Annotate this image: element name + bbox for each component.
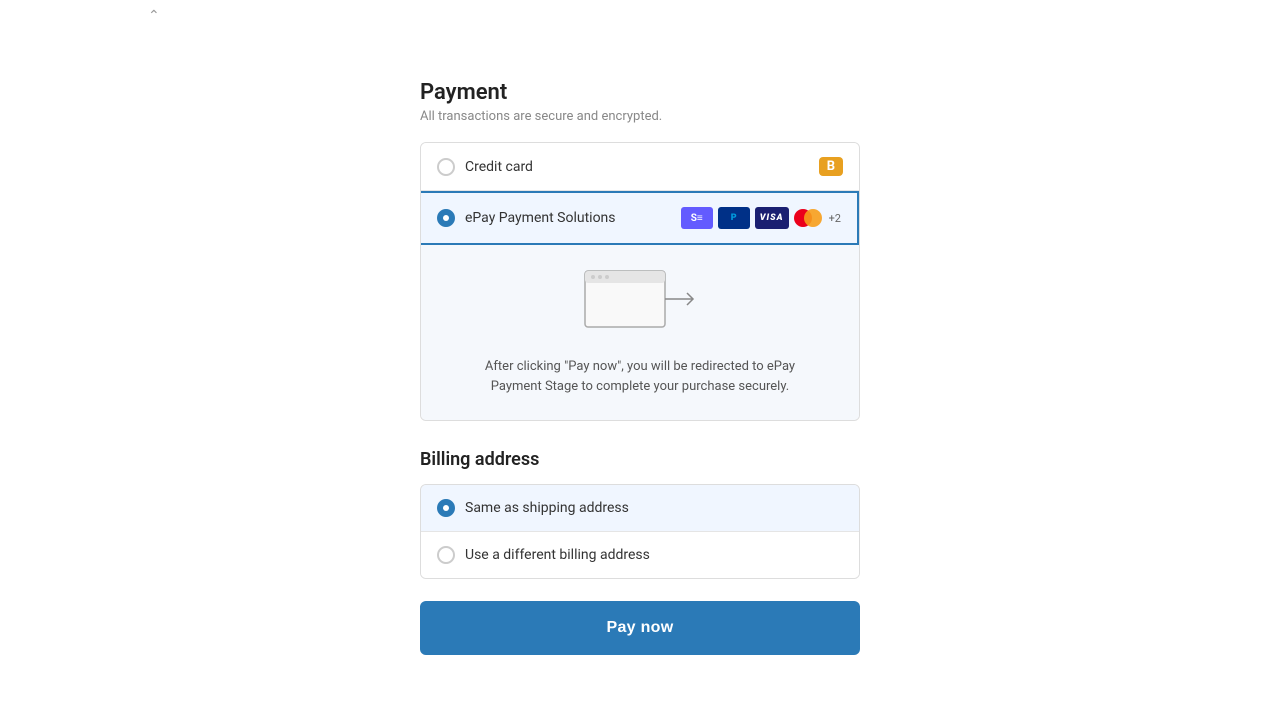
redirect-text: After clicking "Pay now", you will be re… [485,357,795,396]
redirect-illustration [583,269,698,343]
main-content: Payment All transactions are secure and … [400,0,880,695]
page-container: ⌃ Payment All transactions are secure an… [0,0,1280,720]
same-shipping-label: Same as shipping address [465,500,629,516]
billing-options-group: Same as shipping address Use a different… [420,484,860,579]
same-shipping-radio[interactable] [437,499,455,517]
billing-title: Billing address [420,449,860,470]
mastercard-icon [794,209,822,227]
pay-now-button[interactable]: Pay now [420,601,860,655]
credit-card-label: Credit card [465,159,819,175]
different-billing-label: Use a different billing address [465,547,650,563]
more-icons-label: +2 [829,212,841,225]
different-billing-radio[interactable] [437,546,455,564]
epay-redirect-info: After clicking "Pay now", you will be re… [421,245,859,420]
epay-icon-2: P [718,207,750,229]
billing-option-different[interactable]: Use a different billing address [421,532,859,578]
billing-option-same-shipping[interactable]: Same as shipping address [421,485,859,532]
epay-card-icons: S≡ P VISA +2 [681,207,841,229]
payment-option-credit-card[interactable]: Credit card B [421,143,859,191]
epay-icon-1: S≡ [681,207,713,229]
payment-subtitle: All transactions are secure and encrypte… [420,109,860,124]
payment-title: Payment [420,80,860,105]
visa-icon: VISA [755,207,789,229]
credit-card-badge: B [819,157,843,176]
epay-radio[interactable] [437,209,455,227]
collapse-chevron-icon[interactable]: ⌃ [148,8,160,24]
payment-option-epay[interactable]: ePay Payment Solutions S≡ P VISA +2 [421,191,859,245]
payment-options-group: Credit card B ePay Payment Solutions S≡ … [420,142,860,421]
credit-card-radio[interactable] [437,158,455,176]
epay-label: ePay Payment Solutions [465,210,681,226]
